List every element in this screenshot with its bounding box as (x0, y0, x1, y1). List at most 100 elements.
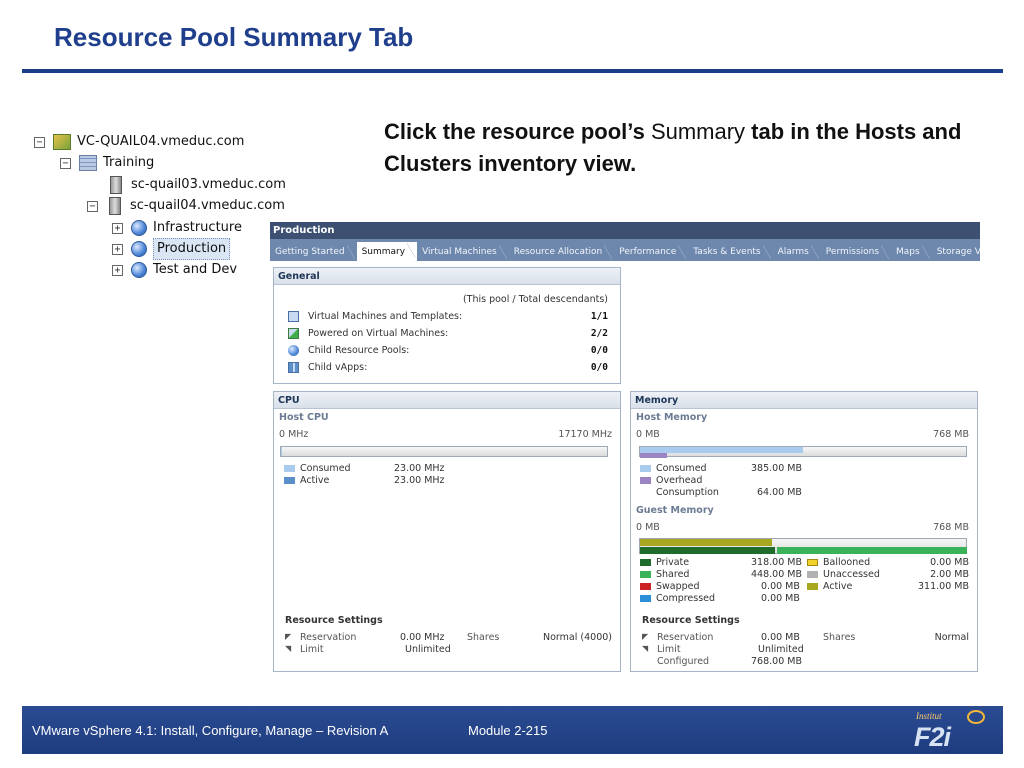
powered-on-vm-icon (288, 328, 299, 339)
tab-storage-views[interactable]: Storage Views (932, 244, 980, 261)
consumed-swatch (284, 465, 295, 472)
tab-virtual-machines[interactable]: Virtual Machines (417, 244, 509, 261)
limit-arrow-icon: ◥ (285, 644, 292, 653)
expand-icon[interactable]: + (112, 243, 123, 255)
guest-legend-label: Unaccessed (823, 569, 880, 580)
memory-shares-value: Normal (934, 632, 969, 643)
general-row-label: Child vApps: (308, 362, 368, 373)
host-memory-max-label: 768 MB (933, 429, 969, 440)
expand-icon[interactable]: + (112, 222, 123, 234)
unaccessed-swatch (807, 571, 818, 578)
tree-item-label: Test and Dev (153, 262, 238, 277)
memory-reservation-value: 0.00 MB (761, 632, 800, 643)
logo-small-text: Institut (916, 711, 942, 721)
tree-item-sc-quail04[interactable]: − sc-quail04.vmeduc.com (87, 196, 285, 216)
tree-item-label: sc-quail03.vmeduc.com (131, 177, 286, 192)
guest-legend-value: 448.00 MB (751, 569, 802, 580)
compressed-swatch (640, 595, 651, 602)
tree-item-training[interactable]: − Training (60, 153, 154, 173)
guest-legend-value: 311.00 MB (918, 581, 969, 592)
host-memory-legend-label: Consumed (656, 463, 707, 474)
resource-pool-icon (131, 262, 147, 278)
memory-heading: Memory (631, 392, 977, 409)
host-memory-bar (639, 446, 967, 458)
guest-active-fill (640, 539, 773, 546)
f2i-logo: Institut F2i (892, 710, 996, 752)
host-memory-min-label: 0 MB (636, 429, 660, 440)
guest-memory-min-label: 0 MB (636, 522, 660, 533)
tab-resource-allocation[interactable]: Resource Allocation (509, 244, 615, 261)
cpu-limit-label: Limit (300, 644, 324, 655)
guest-legend-value: 0.00 MB (761, 581, 800, 592)
tree-item-production[interactable]: + Production (112, 238, 231, 260)
active-swatch (807, 583, 818, 590)
reservation-arrow-icon: ◤ (285, 632, 292, 641)
general-section: General (This pool / Total descendants) … (273, 267, 621, 384)
cpu-usage-bar (280, 446, 608, 457)
limit-arrow-icon: ◥ (642, 644, 649, 653)
overhead-swatch (640, 477, 651, 484)
guest-memory-max-label: 768 MB (933, 522, 969, 533)
tab-maps[interactable]: Maps (891, 244, 932, 261)
cpu-section: CPU Host CPU 0 MHz 17170 MHz Consumed 23… (273, 391, 621, 672)
guest-legend-label: Compressed (656, 593, 716, 604)
panel-title: Production (270, 222, 980, 239)
host-memory-legend-label: Overhead (656, 475, 703, 486)
collapse-icon[interactable]: − (60, 157, 71, 169)
general-row-value: 2/2 (590, 328, 608, 339)
guest-shared-fill (776, 547, 967, 554)
swapped-swatch (640, 583, 651, 590)
host-overhead-fill (640, 453, 668, 458)
vcenter-icon (53, 134, 71, 150)
cpu-shares-value: Normal (4000) (543, 632, 612, 643)
host-cpu-heading: Host CPU (279, 412, 329, 423)
consumed-swatch (640, 465, 651, 472)
cpu-min-label: 0 MHz (279, 429, 309, 440)
reservation-arrow-icon: ◤ (642, 632, 649, 641)
host-icon (109, 197, 121, 215)
tree-item-infrastructure[interactable]: + Infrastructure (112, 218, 242, 238)
ballooned-swatch (807, 559, 818, 566)
guest-legend-label: Active (823, 581, 853, 592)
summary-panel: Production Getting Started Summary Virtu… (270, 222, 980, 672)
tab-tasks-events[interactable]: Tasks & Events (688, 244, 772, 261)
cpu-shares-label: Shares (467, 632, 500, 643)
tab-getting-started[interactable]: Getting Started (270, 244, 357, 261)
memory-limit-value: Unlimited (758, 644, 804, 655)
cpu-legend-label: Consumed (300, 463, 351, 474)
cpu-legend-value: 23.00 MHz (394, 475, 445, 486)
instruction-part-1: Click the resource pool’s (384, 119, 651, 144)
memory-section: Memory Host Memory 0 MB 768 MB Consumed … (630, 391, 978, 672)
guest-legend-label: Swapped (656, 581, 700, 592)
tab-bar: Getting Started Summary Virtual Machines… (270, 239, 980, 261)
tree-item-vcenter[interactable]: − VC-QUAIL04.vmeduc.com (34, 132, 244, 152)
guest-legend-label: Shared (656, 569, 690, 580)
collapse-icon[interactable]: − (87, 200, 98, 212)
tree-item-test-and-dev[interactable]: + Test and Dev (112, 260, 237, 280)
vapp-icon (288, 362, 299, 373)
tab-permissions[interactable]: Permissions (821, 244, 891, 261)
tree-item-label: Infrastructure (153, 220, 242, 235)
memory-shares-label: Shares (823, 632, 856, 643)
instruction-summary-word: Summary (650, 119, 746, 144)
guest-legend-value: 0.00 MB (761, 593, 800, 604)
tab-summary[interactable]: Summary (356, 242, 418, 261)
guest-memory-heading: Guest Memory (636, 505, 714, 516)
memory-configured-value: 768.00 MB (751, 656, 802, 667)
tab-alarms[interactable]: Alarms (773, 244, 821, 261)
expand-icon[interactable]: + (112, 264, 123, 276)
slide-footer: VMware vSphere 4.1: Install, Configure, … (22, 706, 1003, 754)
tab-performance[interactable]: Performance (614, 244, 688, 261)
general-row-value: 1/1 (590, 311, 608, 322)
general-row-label: Powered on Virtual Machines: (308, 328, 449, 339)
guest-private-fill (640, 547, 775, 554)
tree-item-sc-quail03[interactable]: sc-quail03.vmeduc.com (107, 175, 286, 195)
cpu-reservation-label: Reservation (300, 632, 357, 643)
tree-item-label: VC-QUAIL04.vmeduc.com (77, 134, 245, 149)
slide-title: Resource Pool Summary Tab (54, 22, 414, 52)
collapse-icon[interactable]: − (34, 136, 45, 148)
memory-reservation-label: Reservation (657, 632, 714, 643)
active-swatch (284, 477, 295, 484)
logo-big-text: F2i (914, 722, 951, 752)
cpu-heading: CPU (274, 392, 620, 409)
